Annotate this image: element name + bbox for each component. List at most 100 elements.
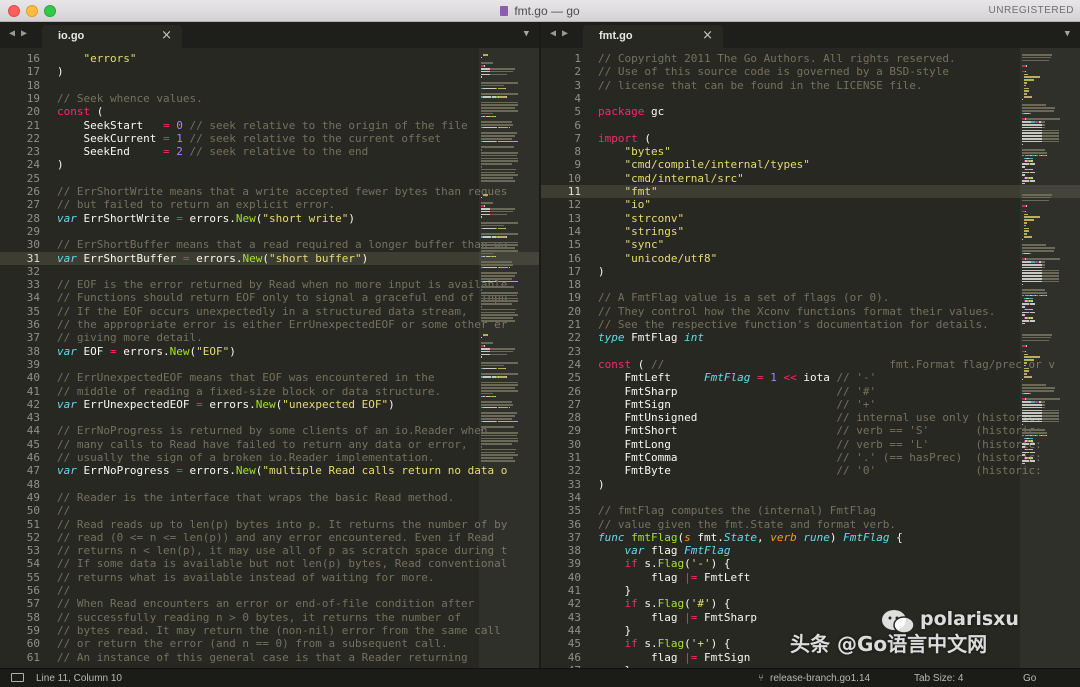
code-line: "cmd/compile/internal/types": [624, 158, 810, 172]
minimap-line: [481, 247, 516, 249]
minimap-line: [1022, 306, 1025, 308]
minimap-line: [1046, 434, 1048, 437]
line-number: 6: [574, 118, 581, 132]
minimap-line: [1041, 280, 1059, 283]
code-line: func fmtFlag(s fmt.State, verb rune) Fmt…: [598, 530, 903, 544]
code-line: // ErrNoProgress is returned by some cli…: [57, 424, 488, 438]
line-number: 25: [26, 171, 40, 185]
line-number: 39: [567, 557, 581, 571]
line-number: 23: [26, 145, 40, 159]
syntax-mode[interactable]: Go: [1023, 673, 1036, 684]
minimap-line: [1022, 238, 1023, 241]
minimap-line: [1022, 166, 1025, 168]
line-number: 41: [26, 384, 40, 398]
minimap-line: [1024, 87, 1030, 90]
line-number: 42: [567, 597, 581, 611]
minimap-line: [1022, 336, 1052, 339]
forward-arrow-icon[interactable]: ▶: [562, 28, 568, 39]
minimap-line: [481, 426, 514, 428]
tab-io-go[interactable]: io.go ×: [42, 25, 182, 48]
editor-pane-left: ◀ ▶ io.go × ▼ 16 "errors" 17) 18 19 // Seek …: [0, 22, 539, 668]
minimap-line: [481, 62, 494, 64]
code-editor[interactable]: 16 "errors" 17) 18 19 // Seek whence values.…: [0, 48, 539, 668]
minimap-line: [481, 317, 514, 319]
minimap-line: [499, 406, 509, 409]
minimap-line: [508, 266, 510, 269]
code-line: FmtSign // '+': [598, 397, 877, 411]
line-number: 48: [26, 477, 40, 491]
minimap-line: [498, 227, 506, 230]
close-icon[interactable]: ×: [702, 28, 713, 43]
minimap-line: [1024, 367, 1030, 370]
tab-menu-icon[interactable]: ▼: [1065, 29, 1070, 39]
forward-arrow-icon[interactable]: ▶: [21, 28, 27, 39]
minimap-line: [481, 460, 516, 462]
code-line: // successfully reading n > 0 bytes, it …: [57, 610, 461, 624]
line-number: 29: [26, 224, 40, 238]
minimap-line: [481, 202, 494, 204]
minimap-line: [1041, 415, 1059, 417]
code-editor[interactable]: 1 // Copyright 2011 The Go Authors. All r…: [541, 48, 1080, 668]
code-line: import (: [598, 131, 651, 145]
tab-fmt-go[interactable]: fmt.go ×: [583, 25, 723, 48]
code-line: ): [598, 477, 605, 491]
back-arrow-icon[interactable]: ◀: [550, 28, 556, 39]
line-number: 17: [567, 264, 581, 278]
minimap-line: [1022, 54, 1052, 56]
minimap-line: [1022, 98, 1023, 101]
minimap-line: [1022, 143, 1023, 146]
minimap[interactable]: [479, 48, 539, 668]
line-number: 24: [567, 357, 581, 371]
code-line: // but failed to return an explicit erro…: [57, 198, 336, 212]
tab-menu-icon[interactable]: ▼: [524, 29, 529, 39]
minimap-line: [481, 404, 513, 406]
minimap-line: [1022, 124, 1042, 126]
line-number: 50: [26, 504, 40, 518]
minimap-line: [481, 336, 482, 339]
line-number: 25: [567, 371, 581, 385]
minimap-line: [483, 334, 488, 336]
code-line: // Copyright 2011 The Go Authors. All ri…: [598, 52, 956, 65]
line-number: 21: [567, 318, 581, 331]
minimap-line: [1022, 278, 1042, 280]
close-icon[interactable]: ×: [161, 28, 172, 43]
minimap-line: [481, 297, 519, 300]
minimap-line: [481, 160, 519, 162]
minimap-line: [1022, 280, 1042, 283]
back-arrow-icon[interactable]: ◀: [9, 28, 15, 39]
minimap-line: [1022, 121, 1031, 123]
minimap-line: [1024, 224, 1027, 227]
git-branch[interactable]: ⑂ release-branch.go1.14: [758, 673, 870, 684]
minimap-line: [481, 138, 513, 140]
tab-size[interactable]: Tab Size: 4: [914, 673, 963, 684]
minimap-line: [1022, 432, 1047, 434]
code-line: "bytes": [624, 145, 671, 159]
minimap-line: [1024, 359, 1035, 361]
code-line: FmtByte // '0' (historic:: [598, 464, 1042, 478]
minimap-line: [1026, 398, 1060, 400]
line-number: 44: [567, 623, 581, 637]
minimap-line: [1022, 401, 1031, 403]
minimap-line: [481, 311, 515, 314]
minimap-line: [481, 437, 519, 440]
minimap-line: [1022, 182, 1025, 185]
minimap-line: [1022, 59, 1049, 62]
minimap-line: [481, 292, 519, 294]
code-line: type FmtFlag int: [598, 331, 704, 345]
minimap-line: [481, 208, 490, 210]
minimap-line: [1022, 429, 1046, 431]
line-number: 61: [26, 650, 40, 664]
minimap-line: [1022, 418, 1042, 420]
minimap-line: [1022, 138, 1042, 140]
code-line: "io": [624, 198, 652, 212]
panel-icon[interactable]: [11, 673, 24, 682]
line-number: 47: [26, 464, 40, 478]
line-number: 28: [567, 411, 581, 425]
code-line: // returns n < len(p), it may use all of…: [57, 544, 508, 558]
line-number: 56: [26, 584, 40, 597]
minimap-line: [481, 56, 482, 59]
minimap[interactable]: [1020, 48, 1080, 668]
minimap-line: [1046, 154, 1048, 157]
minimap-line: [481, 177, 514, 179]
line-number: 4: [574, 91, 581, 105]
